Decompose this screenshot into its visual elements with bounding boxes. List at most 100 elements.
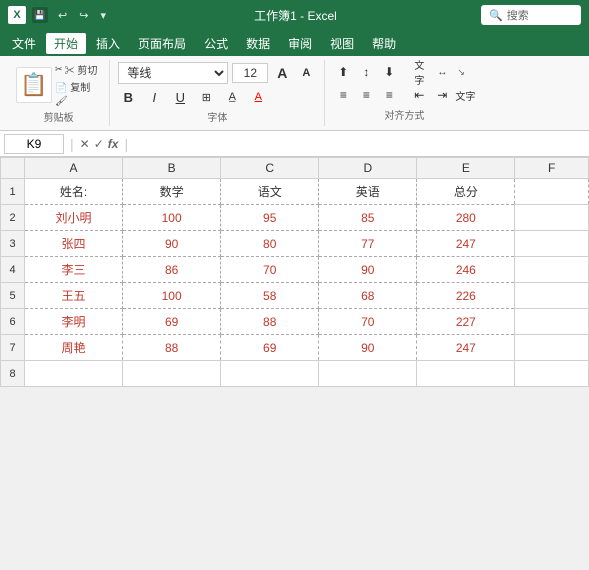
cell-r5-c1[interactable]: 王五 bbox=[25, 283, 123, 309]
align-top-button[interactable]: ⬆ bbox=[333, 62, 353, 82]
col-header-a[interactable]: A bbox=[25, 158, 123, 179]
cell-r6-c4[interactable]: 70 bbox=[319, 309, 417, 335]
menu-page-layout[interactable]: 页面布局 bbox=[130, 33, 194, 54]
cell-r6-c6[interactable] bbox=[515, 309, 589, 335]
col-header-b[interactable]: B bbox=[123, 158, 221, 179]
cell-r7-c4[interactable]: 90 bbox=[319, 335, 417, 361]
font-name-selector[interactable]: 等线 bbox=[118, 62, 228, 84]
menu-help[interactable]: 帮助 bbox=[364, 33, 404, 54]
cell-r5-c4[interactable]: 68 bbox=[319, 283, 417, 309]
border-button[interactable]: ⊞ bbox=[196, 87, 216, 107]
cut-button[interactable]: ✂✂ 剪切 bbox=[55, 62, 97, 77]
cell-r8-c3[interactable] bbox=[221, 361, 319, 387]
cell-r2-c1[interactable]: 刘小明 bbox=[25, 205, 123, 231]
cell-reference-input[interactable] bbox=[4, 134, 64, 154]
cell-r4-c6[interactable] bbox=[515, 257, 589, 283]
cell-r3-c5[interactable]: 247 bbox=[417, 231, 515, 257]
cell-r6-c1[interactable]: 李明 bbox=[25, 309, 123, 335]
font-color-button[interactable]: A bbox=[248, 87, 268, 107]
formula-check[interactable]: ✓ bbox=[94, 137, 104, 151]
cell-r2-c3[interactable]: 95 bbox=[221, 205, 319, 231]
cell-r8-c5[interactable] bbox=[417, 361, 515, 387]
cell-r1-c6[interactable] bbox=[515, 179, 589, 205]
cell-r8-c4[interactable] bbox=[319, 361, 417, 387]
fill-color-button[interactable]: A̲ bbox=[222, 87, 242, 107]
underline-button[interactable]: U bbox=[170, 87, 190, 107]
wrap-text-button[interactable]: 文字 bbox=[409, 62, 429, 82]
table-row: 8 bbox=[1, 361, 589, 387]
align-center-button[interactable]: ≡ bbox=[356, 85, 376, 105]
cell-r1-c4[interactable]: 英语 bbox=[319, 179, 417, 205]
menu-view[interactable]: 视图 bbox=[322, 33, 362, 54]
align-left-button[interactable]: ≡ bbox=[333, 85, 353, 105]
number-format-button[interactable]: 文字 bbox=[455, 85, 475, 105]
paste-button[interactable]: 📋 bbox=[16, 67, 52, 103]
cell-r6-c5[interactable]: 227 bbox=[417, 309, 515, 335]
font-size-decrease[interactable]: A bbox=[296, 63, 316, 83]
save-button[interactable]: 💾 bbox=[32, 7, 48, 23]
align-middle-button[interactable]: ↕ bbox=[356, 62, 376, 82]
font-size-increase[interactable]: A bbox=[272, 63, 292, 83]
cell-r1-c3[interactable]: 语文 bbox=[221, 179, 319, 205]
cell-r8-c2[interactable] bbox=[123, 361, 221, 387]
indent-decrease-button[interactable]: ⇤ bbox=[409, 85, 429, 105]
formula-input[interactable] bbox=[134, 135, 585, 153]
copy-button[interactable]: 📄 复制 bbox=[55, 79, 97, 94]
cell-r3-c1[interactable]: 张四 bbox=[25, 231, 123, 257]
cell-r6-c2[interactable]: 69 bbox=[123, 309, 221, 335]
cell-r4-c5[interactable]: 246 bbox=[417, 257, 515, 283]
menu-home[interactable]: 开始 bbox=[46, 33, 86, 54]
cell-r2-c2[interactable]: 100 bbox=[123, 205, 221, 231]
cell-r3-c6[interactable] bbox=[515, 231, 589, 257]
italic-button[interactable]: I bbox=[144, 87, 164, 107]
cell-r4-c2[interactable]: 86 bbox=[123, 257, 221, 283]
cell-r3-c2[interactable]: 90 bbox=[123, 231, 221, 257]
cell-r2-c5[interactable]: 280 bbox=[417, 205, 515, 231]
cell-r7-c2[interactable]: 88 bbox=[123, 335, 221, 361]
cell-r8-c1[interactable] bbox=[25, 361, 123, 387]
cell-r5-c3[interactable]: 58 bbox=[221, 283, 319, 309]
col-header-d[interactable]: D bbox=[319, 158, 417, 179]
cell-r7-c3[interactable]: 69 bbox=[221, 335, 319, 361]
cell-r4-c3[interactable]: 70 bbox=[221, 257, 319, 283]
col-header-e[interactable]: E bbox=[417, 158, 515, 179]
search-box[interactable]: 🔍 搜索 bbox=[481, 5, 581, 25]
align-right-button[interactable]: ≡ bbox=[379, 85, 399, 105]
menu-formula[interactable]: 公式 bbox=[196, 33, 236, 54]
cell-r1-c5[interactable]: 总分 bbox=[417, 179, 515, 205]
formula-cross[interactable]: ✕ bbox=[80, 137, 90, 151]
font-size-input[interactable] bbox=[232, 63, 268, 83]
cell-r7-c5[interactable]: 247 bbox=[417, 335, 515, 361]
cell-r8-c6[interactable] bbox=[515, 361, 589, 387]
format-painter-button[interactable]: 🖌 bbox=[55, 96, 97, 107]
cell-r4-c1[interactable]: 李三 bbox=[25, 257, 123, 283]
cell-r2-c6[interactable] bbox=[515, 205, 589, 231]
cell-r6-c3[interactable]: 88 bbox=[221, 309, 319, 335]
cell-r1-c1[interactable]: 姓名: bbox=[25, 179, 123, 205]
col-header-f[interactable]: F bbox=[515, 158, 589, 179]
menu-review[interactable]: 审阅 bbox=[280, 33, 320, 54]
cell-r3-c3[interactable]: 80 bbox=[221, 231, 319, 257]
undo-button[interactable]: ↩ bbox=[54, 7, 71, 24]
menu-insert[interactable]: 插入 bbox=[88, 33, 128, 54]
col-header-c[interactable]: C bbox=[221, 158, 319, 179]
cell-r7-c6[interactable] bbox=[515, 335, 589, 361]
indent-increase-button[interactable]: ⇥ bbox=[432, 85, 452, 105]
bold-button[interactable]: B bbox=[118, 87, 138, 107]
cell-r5-c2[interactable]: 100 bbox=[123, 283, 221, 309]
cell-r2-c4[interactable]: 85 bbox=[319, 205, 417, 231]
cell-r4-c4[interactable]: 90 bbox=[319, 257, 417, 283]
alignment-expand[interactable]: ↘ bbox=[457, 67, 465, 78]
formula-fx[interactable]: fx bbox=[108, 137, 119, 151]
toolbar-dropdown[interactable]: ▾ bbox=[96, 7, 110, 24]
merge-center-button[interactable]: ↔ bbox=[432, 62, 452, 82]
align-bottom-button[interactable]: ⬇ bbox=[379, 62, 399, 82]
menu-data[interactable]: 数据 bbox=[238, 33, 278, 54]
redo-button[interactable]: ↪ bbox=[75, 7, 92, 24]
cell-r5-c5[interactable]: 226 bbox=[417, 283, 515, 309]
cell-r1-c2[interactable]: 数学 bbox=[123, 179, 221, 205]
cell-r3-c4[interactable]: 77 bbox=[319, 231, 417, 257]
cell-r5-c6[interactable] bbox=[515, 283, 589, 309]
menu-file[interactable]: 文件 bbox=[4, 33, 44, 54]
cell-r7-c1[interactable]: 周艳 bbox=[25, 335, 123, 361]
